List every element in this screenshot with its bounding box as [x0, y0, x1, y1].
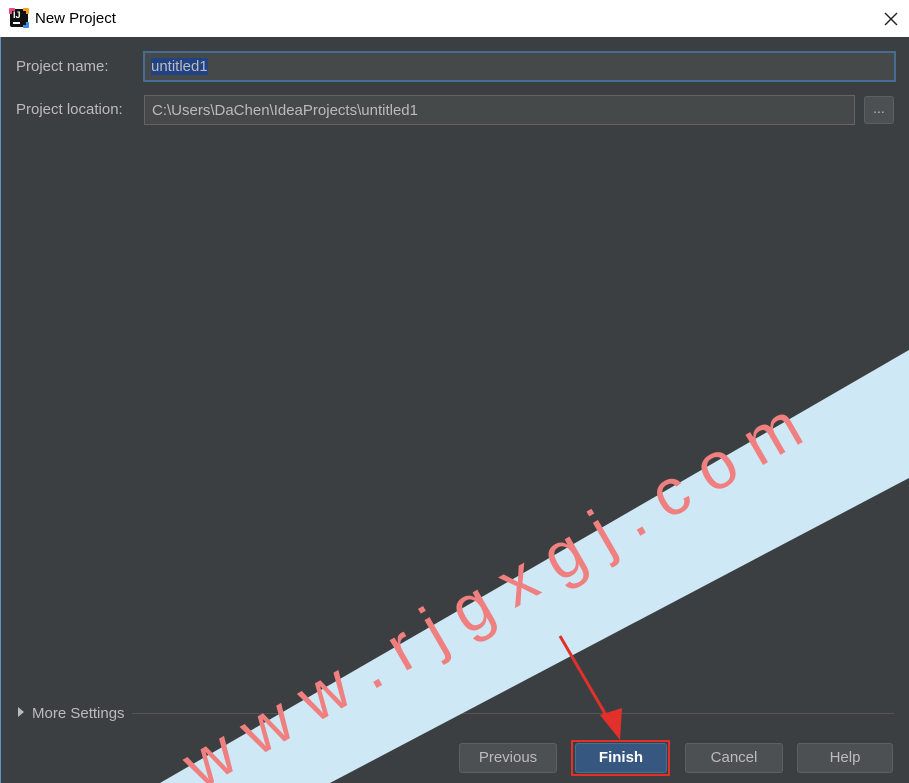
title-bar: IJ New Project [0, 0, 909, 37]
intellij-icon: IJ [9, 8, 29, 28]
window-title: New Project [35, 10, 116, 27]
close-button[interactable] [878, 6, 904, 32]
project-name-value: untitled1 [151, 58, 208, 75]
cancel-button[interactable]: Cancel [685, 743, 783, 773]
divider [132, 713, 894, 714]
previous-button[interactable]: Previous [459, 743, 557, 773]
project-location-label: Project location: [16, 101, 123, 118]
project-name-label: Project name: [16, 58, 109, 75]
help-button[interactable]: Help [797, 743, 893, 773]
triangle-right-icon [18, 707, 24, 717]
project-location-value: C:\Users\DaChen\IdeaProjects\untitled1 [152, 102, 418, 119]
project-location-input[interactable]: C:\Users\DaChen\IdeaProjects\untitled1 [144, 95, 855, 125]
finish-highlight-box [571, 740, 670, 776]
project-name-input[interactable]: untitled1 [143, 51, 896, 82]
dialog-content: Project name: untitled1 Project location… [0, 37, 909, 783]
browse-button[interactable]: ... [864, 96, 894, 124]
close-icon [884, 12, 898, 26]
more-settings-label: More Settings [32, 705, 125, 722]
more-settings-toggle[interactable]: More Settings [18, 705, 125, 723]
